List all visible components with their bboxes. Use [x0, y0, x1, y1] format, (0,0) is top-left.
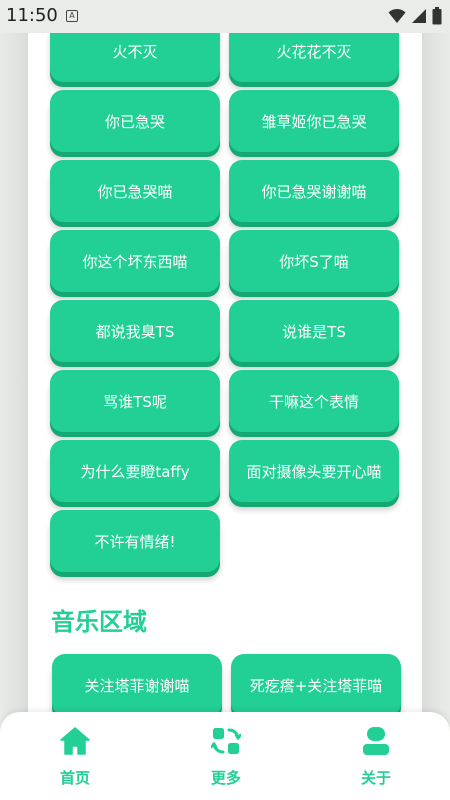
right-gutter	[422, 0, 450, 800]
sound-button[interactable]: 不许有情绪!	[50, 510, 220, 572]
nav-home[interactable]: 首页	[30, 724, 120, 790]
sound-button[interactable]: 雏草姬你已急哭	[229, 90, 399, 152]
sound-button[interactable]: 面对摄像头要开心喵	[229, 440, 399, 502]
more-icon	[209, 724, 243, 758]
status-time: 11:50	[6, 5, 58, 26]
nav-about-label: 关于	[360, 769, 391, 787]
sound-button[interactable]: 干嘛这个表情	[229, 370, 399, 432]
sound-button[interactable]: 骂谁TS呢	[50, 370, 220, 432]
bottom-nav: 首页 更多 关于	[0, 712, 450, 800]
music-button[interactable]: 死疙瘩+关注塔菲喵	[231, 654, 401, 716]
nav-about[interactable]: 关于	[331, 724, 421, 790]
sound-button[interactable]: 你已急哭谢谢喵	[229, 160, 399, 222]
wifi-icon	[388, 8, 406, 28]
sound-button[interactable]: 为什么要瞪taffy	[50, 440, 220, 502]
left-gutter	[0, 0, 28, 800]
home-icon	[58, 724, 92, 758]
status-bar: 11:50 A	[0, 0, 450, 33]
sound-button[interactable]: 你已急哭	[50, 90, 220, 152]
nav-more[interactable]: 更多	[181, 724, 271, 790]
sound-button[interactable]: 你已急哭喵	[50, 160, 220, 222]
music-button[interactable]: 关注塔菲谢谢喵	[52, 654, 222, 716]
sound-button[interactable]: 都说我臭TS	[50, 300, 220, 362]
nav-home-label: 首页	[59, 769, 90, 787]
sound-button[interactable]: 你坏S了喵	[229, 230, 399, 292]
nav-more-label: 更多	[210, 769, 241, 787]
signal-icon	[411, 8, 427, 28]
status-icons	[388, 7, 442, 29]
person-icon	[359, 724, 393, 758]
music-section-title: 音乐区域	[51, 608, 147, 636]
sound-button[interactable]: 你这个坏东西喵	[50, 230, 220, 292]
notification-icon: A	[66, 10, 78, 22]
sound-button[interactable]: 说谁是TS	[229, 300, 399, 362]
battery-icon	[432, 7, 442, 29]
